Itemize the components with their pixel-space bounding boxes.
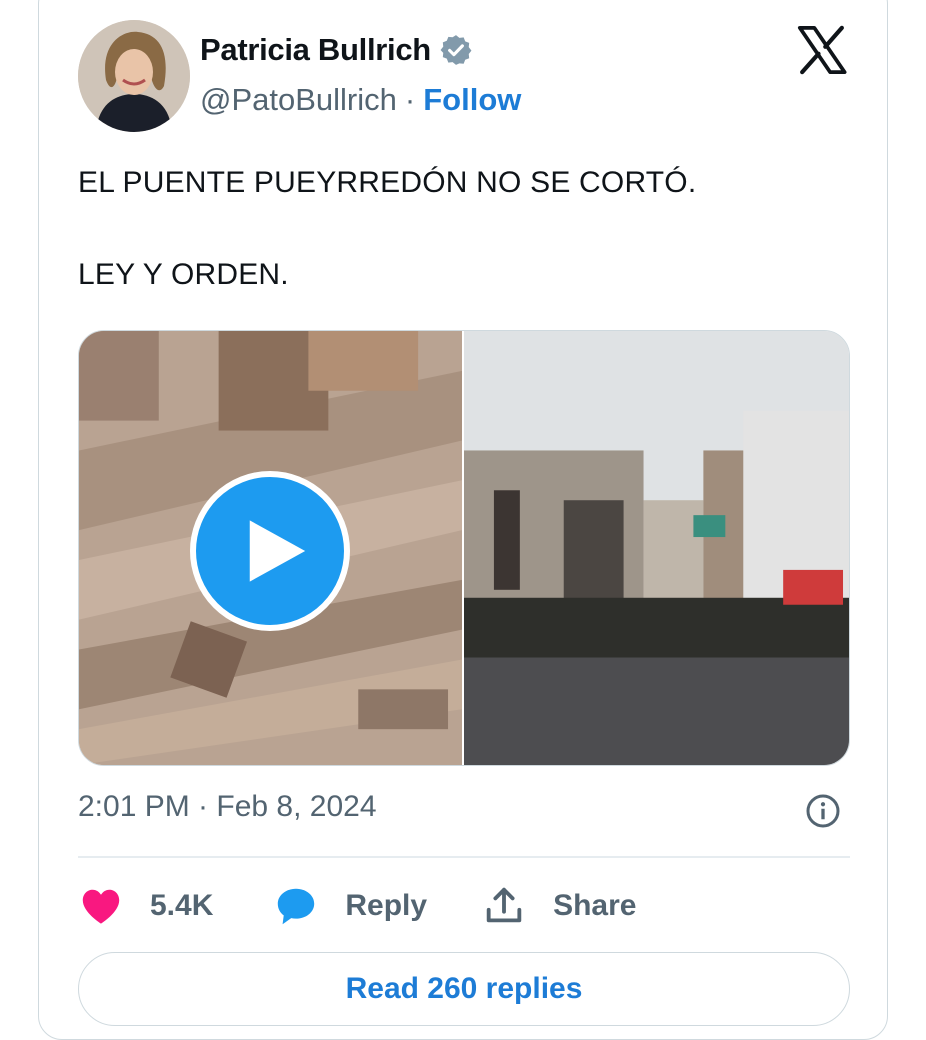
video-thumbnail[interactable] <box>79 331 462 765</box>
tweet-timestamp[interactable]: 2:01 PM · Feb 8, 2024 <box>78 790 377 824</box>
share-label: Share <box>553 889 637 922</box>
tweet-text-line-1: EL PUENTE PUEYRREDÓN NO SE CORTÓ. <box>78 166 697 199</box>
author-name-row: Patricia Bullrich <box>200 32 473 68</box>
reply-button[interactable]: Reply <box>273 883 427 929</box>
read-replies-button[interactable]: Read 260 replies <box>78 952 850 1026</box>
author-name[interactable]: Patricia Bullrich <box>200 32 431 68</box>
reply-bubble-icon <box>278 888 315 925</box>
tweet-media <box>78 330 850 766</box>
x-logo-icon[interactable] <box>794 22 850 78</box>
handle-row: @PatoBullrich · Follow <box>200 82 521 118</box>
play-icon <box>249 520 306 582</box>
separator-dot: · <box>404 82 416 117</box>
like-button[interactable]: 5.4K <box>78 883 213 929</box>
verified-badge-icon <box>440 35 472 65</box>
tweet-text-line-2: LEY Y ORDEN. <box>78 258 289 291</box>
play-button[interactable] <box>190 471 350 631</box>
info-icon[interactable] <box>805 793 841 829</box>
heart-icon <box>82 889 120 924</box>
avatar[interactable] <box>78 20 190 132</box>
follow-button[interactable]: Follow <box>423 82 521 118</box>
like-count: 5.4K <box>150 889 214 922</box>
author-handle[interactable]: @PatoBullrich <box>200 82 397 118</box>
police-street-image <box>464 331 849 765</box>
reply-label: Reply <box>345 889 428 922</box>
share-button[interactable]: Share <box>481 883 636 929</box>
share-icon <box>486 887 522 923</box>
divider <box>78 856 850 858</box>
action-bar: 5.4K Reply Share <box>78 878 636 934</box>
avatar-image <box>78 20 190 132</box>
street-photo[interactable] <box>464 331 849 765</box>
